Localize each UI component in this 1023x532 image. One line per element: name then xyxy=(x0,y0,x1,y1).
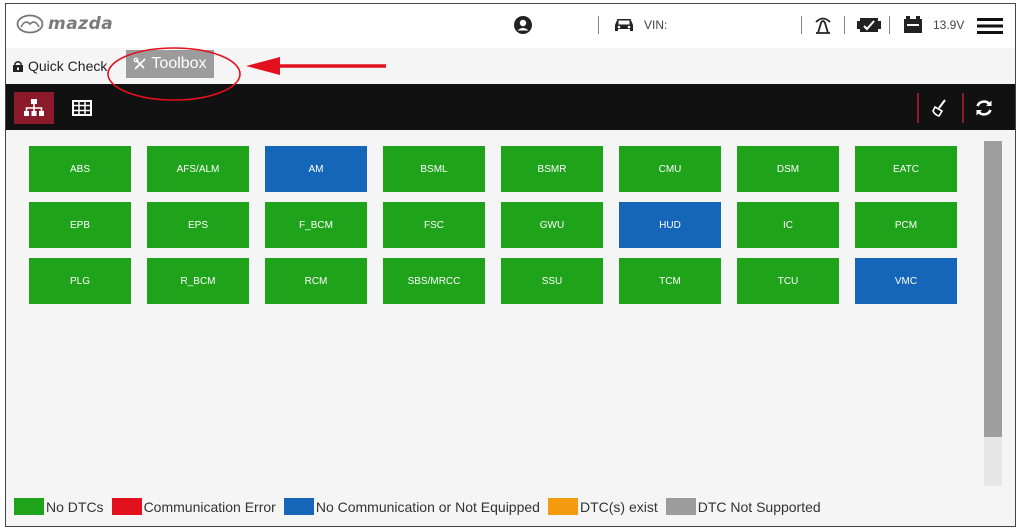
module-button-abs[interactable]: ABS xyxy=(29,146,131,192)
legend-item-dtc-not-supported: DTC Not Supported xyxy=(665,498,821,515)
module-button-tcm[interactable]: TCM xyxy=(619,258,721,304)
brand-name: mazda xyxy=(48,14,114,34)
module-button-rcm[interactable]: RCM xyxy=(265,258,367,304)
app-window: mazda VIN: 13.9V Quick Check Toolbox ABS… xyxy=(5,3,1016,527)
module-button-sbs-mrcc[interactable]: SBS/MRCC xyxy=(383,258,485,304)
battery-voltage: 13.9V xyxy=(933,18,965,32)
tab-quick-check[interactable]: Quick Check xyxy=(12,58,107,74)
module-button-vmc[interactable]: VMC xyxy=(855,258,957,304)
module-button-cmu[interactable]: CMU xyxy=(619,146,721,192)
vin-display: VIN: xyxy=(612,16,667,34)
module-button-dsm[interactable]: DSM xyxy=(737,146,839,192)
scrollbar-track[interactable] xyxy=(984,141,1002,486)
legend-item-communication-error: Communication Error xyxy=(111,498,276,515)
table-view-button[interactable] xyxy=(62,92,102,124)
module-button-bsml[interactable]: BSML xyxy=(383,146,485,192)
annotation-arrow xyxy=(246,57,386,75)
module-button-afs-alm[interactable]: AFS/ALM xyxy=(147,146,249,192)
lock-icon xyxy=(13,61,23,72)
scrollbar-thumb[interactable] xyxy=(984,141,1002,437)
legend-item-no-dtcs: No DTCs xyxy=(14,498,104,515)
top-bar: mazda VIN: 13.9V xyxy=(6,4,1015,48)
separator xyxy=(801,16,802,34)
module-button-eatc[interactable]: EATC xyxy=(855,146,957,192)
battery-icon xyxy=(902,15,924,40)
legend-swatch xyxy=(665,498,696,515)
module-button-pcm[interactable]: PCM xyxy=(855,202,957,248)
vci-device-icon[interactable] xyxy=(856,15,882,40)
module-button-epb[interactable]: EPB xyxy=(29,202,131,248)
table-view-icon xyxy=(72,100,92,116)
legend-label: DTC(s) exist xyxy=(579,498,658,515)
car-icon xyxy=(615,19,633,31)
topology-view-icon xyxy=(24,99,44,116)
legend-swatch xyxy=(111,498,142,515)
module-button-tcu[interactable]: TCU xyxy=(737,258,839,304)
clear-dtc-button[interactable] xyxy=(920,92,960,124)
refresh-icon xyxy=(976,100,992,116)
legend-label: No Communication or Not Equipped xyxy=(315,498,540,515)
module-button-ssu[interactable]: SSU xyxy=(501,258,603,304)
module-button-ic[interactable]: IC xyxy=(737,202,839,248)
tab-quick-check-label: Quick Check xyxy=(28,58,108,74)
legend-swatch xyxy=(283,498,314,515)
connection-icon[interactable] xyxy=(812,15,834,42)
legend-item-no-communication: No Communication or Not Equipped xyxy=(283,498,540,515)
annotation-ellipse xyxy=(107,47,241,101)
mazda-emblem-icon xyxy=(16,14,44,34)
separator xyxy=(598,16,599,34)
clear-dtc-icon xyxy=(932,99,946,117)
hamburger-menu-icon[interactable] xyxy=(977,17,1003,40)
vin-label: VIN: xyxy=(644,18,668,32)
module-button-eps[interactable]: EPS xyxy=(147,202,249,248)
module-button-plg[interactable]: PLG xyxy=(29,258,131,304)
module-button-f-bcm[interactable]: F_BCM xyxy=(265,202,367,248)
module-button-gwu[interactable]: GWU xyxy=(501,202,603,248)
module-button-r-bcm[interactable]: R_BCM xyxy=(147,258,249,304)
legend-label: DTC Not Supported xyxy=(697,498,821,515)
legend-swatch xyxy=(14,498,44,515)
status-legend: No DTCs Communication Error No Communica… xyxy=(14,498,829,515)
module-button-hud[interactable]: HUD xyxy=(619,202,721,248)
topology-view-button[interactable] xyxy=(14,92,54,124)
mazda-logo: mazda xyxy=(16,14,113,34)
legend-item-dtc-exist: DTC(s) exist xyxy=(547,498,658,515)
legend-label: Communication Error xyxy=(143,498,276,515)
legend-swatch xyxy=(547,498,578,515)
separator xyxy=(889,16,890,34)
toolbar-divider xyxy=(917,93,919,123)
module-button-fsc[interactable]: FSC xyxy=(383,202,485,248)
separator xyxy=(844,16,845,34)
module-button-bsmr[interactable]: BSMR xyxy=(501,146,603,192)
legend-label: No DTCs xyxy=(46,498,104,515)
user-account-icon[interactable] xyxy=(513,15,533,40)
module-button-am[interactable]: AM xyxy=(265,146,367,192)
refresh-button[interactable] xyxy=(964,92,1004,124)
